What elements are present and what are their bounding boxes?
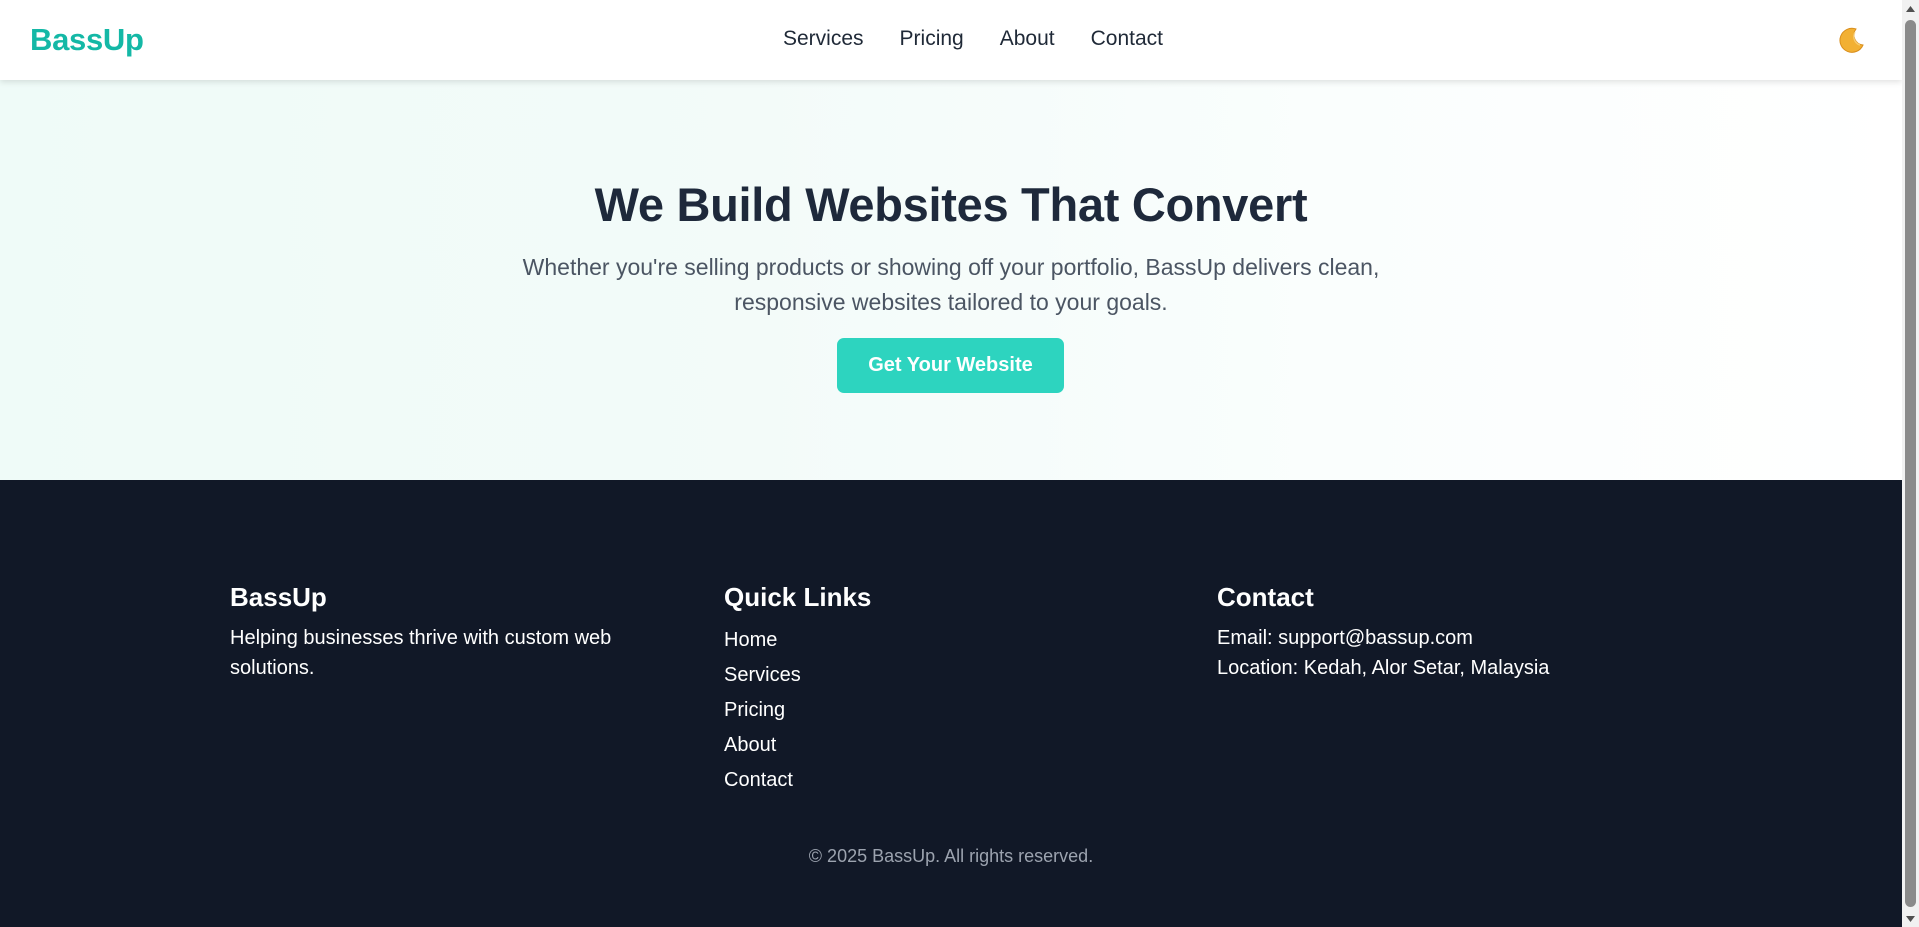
footer-link-about[interactable]: About (724, 728, 1024, 763)
site-footer: BassUp Helping businesses thrive with cu… (0, 480, 1902, 927)
page: BassUp Services Pricing About Contact We… (0, 0, 1902, 927)
scroll-up-arrow-icon[interactable] (1902, 0, 1919, 17)
nav-services[interactable]: Services (783, 27, 864, 51)
hero-title: We Build Websites That Convert (594, 178, 1308, 231)
footer-contact-email: Email: support@bassup.com (1217, 627, 1473, 649)
footer-contact-column: Contact Email: support@bassup.com Locati… (1217, 582, 1657, 683)
footer-contact-location: Location: Kedah, Alor Setar, Malaysia (1217, 657, 1550, 679)
get-website-button[interactable]: Get Your Website (837, 338, 1064, 393)
nav-pricing[interactable]: Pricing (900, 27, 964, 51)
copyright-text: © 2025 BassUp. All rights reserved. (808, 846, 1094, 866)
footer-link-pricing[interactable]: Pricing (724, 693, 1024, 728)
footer-contact-title: Contact (1217, 582, 1314, 612)
footer-quick-links-column: Quick Links Home Services Pricing About … (724, 582, 1024, 798)
moon-icon (1839, 27, 1864, 53)
footer-quick-links-title: Quick Links (724, 582, 872, 612)
nav-about[interactable]: About (1000, 27, 1055, 51)
logo[interactable]: BassUp (30, 22, 144, 58)
main-nav: Services Pricing About Contact (783, 27, 1163, 51)
scrollbar-thumb[interactable] (1905, 20, 1916, 907)
footer-link-services[interactable]: Services (724, 658, 1024, 693)
hero-subtitle: Whether you're selling products or showi… (522, 254, 1380, 315)
footer-link-home[interactable]: Home (724, 623, 1024, 658)
site-header: BassUp Services Pricing About Contact (0, 0, 1902, 80)
nav-contact[interactable]: Contact (1091, 27, 1163, 51)
footer-brand-column: BassUp Helping businesses thrive with cu… (230, 582, 670, 683)
theme-toggle-button[interactable] (1834, 24, 1868, 58)
scroll-down-arrow-icon[interactable] (1902, 910, 1919, 927)
footer-link-contact[interactable]: Contact (724, 763, 1024, 798)
vertical-scrollbar[interactable] (1902, 0, 1919, 927)
footer-brand-text: Helping businesses thrive with custom we… (230, 627, 612, 679)
hero-section: We Build Websites That Convert Whether y… (0, 80, 1902, 480)
footer-brand-title: BassUp (230, 582, 327, 612)
